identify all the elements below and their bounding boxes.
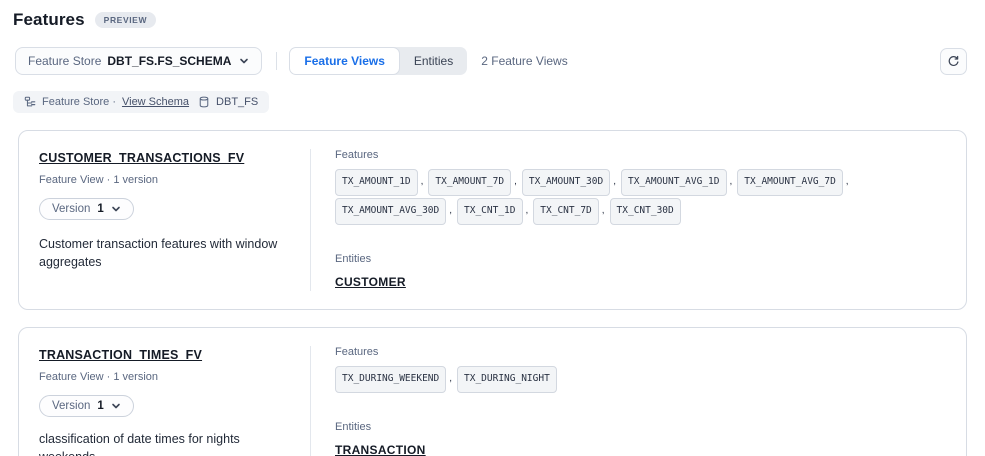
version-label: Version <box>52 400 90 412</box>
feature-view-title-link[interactable]: TRANSACTION_TIMES_FV <box>39 348 202 362</box>
card-left-column: TRANSACTION_TIMES_FV Feature View · 1 ve… <box>19 346 311 456</box>
version-label: Version <box>52 203 90 215</box>
toolbar-divider <box>276 52 277 70</box>
view-schema-link[interactable]: View Schema <box>122 96 189 108</box>
page-header: Features PREVIEW <box>13 10 985 30</box>
feature-chip: TX_CNT_7D <box>533 198 598 225</box>
feature-store-label: Feature Store <box>28 54 101 68</box>
chip-separator: , <box>514 176 517 187</box>
preview-badge: PREVIEW <box>95 12 156 28</box>
feature-chip: TX_AMOUNT_30D <box>522 169 610 196</box>
feature-store-value: DBT_FS.FS_SCHEMA <box>107 54 231 68</box>
feature-view-meta: Feature View · 1 version <box>39 371 290 383</box>
version-dropdown[interactable]: Version 1 <box>39 198 134 220</box>
version-value: 1 <box>97 400 103 412</box>
database-icon <box>198 96 210 108</box>
feature-chip: TX_CNT_1D <box>457 198 522 225</box>
feature-chip: TX_DURING_NIGHT <box>457 366 557 393</box>
schema-icon <box>24 96 36 108</box>
feature-view-meta: Feature View · 1 version <box>39 174 290 186</box>
entities-label: Entities <box>335 421 946 433</box>
feature-chip: TX_DURING_WEEKEND <box>335 366 446 393</box>
features-label: Features <box>335 149 946 161</box>
chip-separator: , <box>449 373 452 384</box>
chevron-down-icon <box>239 56 249 66</box>
chevron-down-icon <box>111 401 121 411</box>
features-label: Features <box>335 346 946 358</box>
card-left-column: CUSTOMER_TRANSACTIONS_FV Feature View · … <box>19 149 311 291</box>
entity-link[interactable]: CUSTOMER <box>335 275 406 289</box>
entity-link-list: TRANSACTION <box>335 441 946 456</box>
tab-feature-views[interactable]: Feature Views <box>289 47 399 75</box>
breadcrumb-database: DBT_FS <box>216 96 258 108</box>
page-title: Features <box>13 10 85 30</box>
chip-separator: , <box>526 205 529 216</box>
chevron-down-icon <box>111 204 121 214</box>
feature-view-description: classification of date times for nights … <box>39 430 290 456</box>
version-value: 1 <box>97 203 103 215</box>
breadcrumb-prefix: Feature Store · <box>42 96 116 108</box>
tab-entities[interactable]: Entities <box>400 47 467 75</box>
feature-view-list: CUSTOMER_TRANSACTIONS_FV Feature View · … <box>18 130 967 456</box>
chip-separator: , <box>613 176 616 187</box>
chip-separator: , <box>730 176 733 187</box>
entity-link-list: CUSTOMER <box>335 273 946 291</box>
feature-view-title-link[interactable]: CUSTOMER_TRANSACTIONS_FV <box>39 151 244 165</box>
feature-view-card: TRANSACTION_TIMES_FV Feature View · 1 ve… <box>18 327 967 456</box>
card-right-column: Features TX_DURING_WEEKEND, TX_DURING_NIG… <box>311 346 966 456</box>
view-switcher: Feature Views Entities <box>289 47 467 75</box>
feature-chip: TX_CNT_30D <box>610 198 681 225</box>
card-right-column: Features TX_AMOUNT_1D,TX_AMOUNT_7D,TX_AM… <box>311 149 966 291</box>
feature-chip: TX_AMOUNT_AVG_7D <box>737 169 843 196</box>
chip-separator: , <box>421 176 424 187</box>
refresh-button[interactable] <box>940 48 967 75</box>
feature-chip: TX_AMOUNT_AVG_30D <box>335 198 446 225</box>
entities-label: Entities <box>335 253 946 265</box>
entity-link[interactable]: TRANSACTION <box>335 443 426 456</box>
feature-view-card: CUSTOMER_TRANSACTIONS_FV Feature View · … <box>18 130 967 310</box>
feature-chip-list: TX_DURING_WEEKEND, TX_DURING_NIGHT <box>335 365 946 394</box>
refresh-icon <box>947 55 960 68</box>
breadcrumb: Feature Store · View Schema DBT_FS <box>13 91 269 113</box>
chip-separator: , <box>449 205 452 216</box>
chip-separator: , <box>846 176 849 187</box>
feature-chip: TX_AMOUNT_1D <box>335 169 418 196</box>
feature-store-select[interactable]: Feature Store DBT_FS.FS_SCHEMA <box>15 47 262 75</box>
feature-views-count: 2 Feature Views <box>481 54 568 68</box>
chip-separator: , <box>602 205 605 216</box>
toolbar: Feature Store DBT_FS.FS_SCHEMA Feature V… <box>15 47 967 75</box>
feature-chip-list: TX_AMOUNT_1D,TX_AMOUNT_7D,TX_AMOUNT_30D,… <box>335 168 946 226</box>
feature-view-description: Customer transaction features with windo… <box>39 235 287 271</box>
version-dropdown[interactable]: Version 1 <box>39 395 134 417</box>
feature-chip: TX_AMOUNT_AVG_1D <box>621 169 727 196</box>
feature-chip: TX_AMOUNT_7D <box>428 169 511 196</box>
